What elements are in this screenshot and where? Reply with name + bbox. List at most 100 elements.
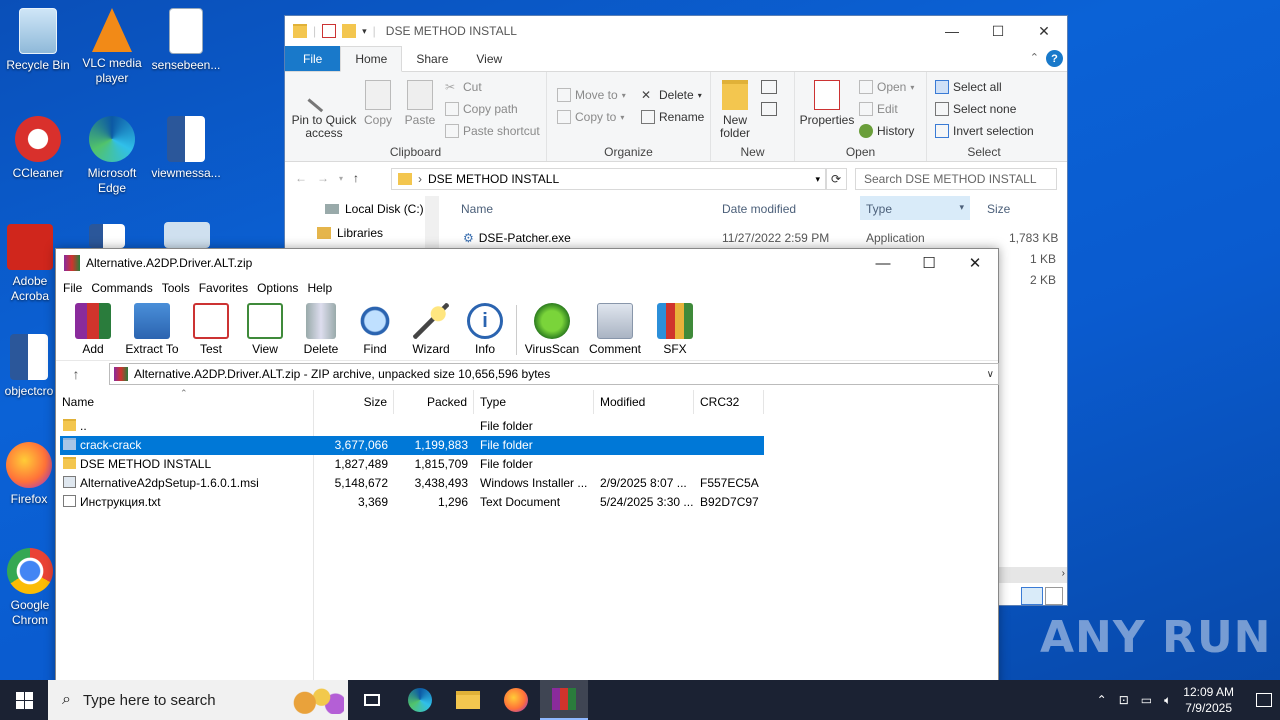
maximize-button[interactable]: ☐ — [975, 16, 1021, 46]
toolbar-wizard-button[interactable]: Wizard — [404, 303, 458, 356]
toolbar-add-button[interactable]: Add — [66, 303, 120, 356]
menu-file[interactable]: File — [62, 281, 88, 295]
open-button[interactable]: Open ▾ — [859, 80, 914, 94]
archive-row-crack-crack[interactable]: crack-crack 3,677,066 1,199,883 File fol… — [60, 436, 764, 455]
column-modified[interactable]: Modified — [594, 390, 694, 414]
desktop-icon-sensebeen[interactable]: sensebeen... — [148, 8, 224, 73]
menu-help[interactable]: Help — [306, 281, 338, 295]
show-hidden-icons-icon[interactable]: ⌃ — [1097, 693, 1107, 707]
toolbar-info-button[interactable]: i Info — [460, 303, 510, 356]
cut-button[interactable]: ✂ Cut — [445, 80, 482, 94]
taskbar-winrar[interactable] — [540, 680, 588, 720]
address-bar[interactable]: › DSE METHOD INSTALL ▾ — [391, 168, 827, 190]
volume-icon[interactable]: 🔈︎ — [1164, 693, 1171, 708]
large-icons-view-icon[interactable] — [1045, 587, 1063, 605]
properties-icon[interactable] — [322, 24, 337, 38]
winrar-window[interactable]: Alternative.A2DP.Driver.ALT.zip — ☐ ✕ Fi… — [55, 248, 999, 688]
select-all-button[interactable]: Select all — [935, 80, 1002, 94]
toolbar-virusscan-button[interactable]: VirusScan — [522, 303, 582, 356]
column-size[interactable]: Size — [987, 202, 1010, 216]
menu-commands[interactable]: Commands — [90, 281, 158, 295]
nav-local-disk[interactable]: Local Disk (C:) — [325, 202, 424, 216]
column-name[interactable]: Name — [461, 202, 493, 216]
taskbar-search-box[interactable]: ⌕ Type here to search — [48, 680, 348, 720]
copy-button[interactable]: Copy — [361, 80, 395, 127]
archive-row-msi[interactable]: AlternativeA2dpSetup-1.6.0.1.msi 5,148,6… — [60, 474, 764, 493]
toolbar-find-button[interactable]: Find — [350, 303, 400, 356]
toolbar-test-button[interactable]: Test — [186, 303, 236, 356]
up-button[interactable]: ↑ — [353, 171, 359, 185]
desktop-icon-ccleaner[interactable]: CCleaner — [0, 116, 76, 181]
move-to-button[interactable]: Move to ▾ — [557, 88, 626, 102]
minimize-button[interactable]: — — [929, 16, 975, 46]
recent-locations-icon[interactable]: ▾ — [339, 174, 343, 183]
edit-button[interactable]: Edit — [859, 102, 898, 116]
tab-share[interactable]: Share — [402, 46, 462, 71]
toolbar-comment-button[interactable]: Comment — [584, 303, 646, 356]
help-icon[interactable]: ? — [1046, 50, 1063, 67]
column-crc32[interactable]: CRC32 — [694, 390, 764, 414]
collapse-ribbon-icon[interactable]: ⌃ — [1030, 51, 1039, 64]
invert-selection-button[interactable]: Invert selection — [935, 124, 1034, 138]
copy-to-button[interactable]: Copy to ▾ — [557, 110, 624, 124]
start-button[interactable] — [0, 680, 48, 720]
tab-view[interactable]: View — [462, 46, 516, 71]
tab-file[interactable]: File — [285, 46, 341, 71]
task-view-button[interactable] — [348, 680, 396, 720]
tab-home[interactable]: Home — [340, 46, 403, 72]
forward-button[interactable]: → — [317, 171, 329, 185]
file-row-dse-patcher[interactable]: ⚙ DSE-Patcher.exe — [463, 231, 571, 245]
horizontal-scrollbar[interactable]: › — [999, 567, 1067, 583]
minimize-button[interactable]: — — [860, 249, 906, 277]
desktop-icon-firefox[interactable]: Firefox — [0, 442, 58, 507]
refresh-button[interactable]: ⟳ — [825, 168, 847, 190]
desktop-icon-adobe[interactable]: Adobe Acroba — [0, 224, 60, 304]
archive-row-dse-method-install[interactable]: DSE METHOD INSTALL 1,827,489 1,815,709 F… — [60, 455, 764, 474]
search-input[interactable]: Search DSE METHOD INSTALL — [855, 168, 1057, 190]
column-type[interactable]: Type — [474, 390, 594, 414]
column-packed[interactable]: Packed — [394, 390, 474, 414]
menu-options[interactable]: Options — [256, 281, 304, 295]
rename-button[interactable]: Rename — [641, 110, 704, 124]
desktop-icon-edge[interactable]: Microsoft Edge — [74, 116, 150, 196]
address-dropdown-icon[interactable]: ▾ — [815, 174, 820, 185]
taskbar-firefox[interactable] — [492, 680, 540, 720]
customize-qat-icon[interactable]: ▾ — [362, 26, 367, 37]
ethernet-icon[interactable]: ▭ — [1141, 693, 1152, 707]
menu-tools[interactable]: Tools — [161, 281, 196, 295]
column-type[interactable]: Type ▾ — [860, 196, 970, 220]
network-icon[interactable]: ⊡ — [1119, 693, 1129, 707]
copy-path-button[interactable]: Copy path — [445, 102, 518, 116]
maximize-button[interactable]: ☐ — [906, 249, 952, 277]
history-button[interactable]: History — [859, 124, 914, 138]
column-date-modified[interactable]: Date modified — [722, 202, 796, 216]
desktop-icon-chrome[interactable]: Google Chrom — [0, 548, 60, 628]
desktop-icon-vlc[interactable]: VLC media player — [74, 8, 150, 86]
toolbar-sfx-button[interactable]: SFX — [650, 303, 700, 356]
new-folder-icon[interactable] — [342, 24, 357, 38]
pin-quick-access-button[interactable]: Pin to Quick access — [289, 77, 359, 140]
delete-button[interactable]: ✕ Delete ▾ — [641, 88, 702, 102]
back-button[interactable]: ← — [295, 171, 307, 185]
close-button[interactable]: ✕ — [1021, 16, 1067, 46]
toolbar-view-button[interactable]: View — [240, 303, 290, 356]
up-one-level-icon[interactable]: ↑ — [56, 366, 96, 382]
nav-libraries[interactable]: Libraries — [317, 226, 383, 240]
column-name[interactable]: Name ⌃ — [56, 388, 314, 414]
easy-access-icon[interactable] — [761, 102, 777, 116]
paste-shortcut-button[interactable]: Paste shortcut — [445, 124, 540, 138]
details-view-icon[interactable] — [1021, 587, 1043, 605]
column-size[interactable]: Size — [314, 390, 394, 414]
clock[interactable]: 12:09 AM 7/9/2025 — [1183, 684, 1234, 716]
archive-path-field[interactable]: Alternative.A2DP.Driver.ALT.zip - ZIP ar… — [109, 363, 999, 385]
desktop-icon-recycle-bin[interactable]: Recycle Bin — [0, 8, 76, 73]
select-none-button[interactable]: Select none — [935, 102, 1016, 116]
notifications-icon[interactable] — [1256, 693, 1272, 707]
toolbar-extract-to-button[interactable]: Extract To — [120, 303, 184, 356]
close-button[interactable]: ✕ — [952, 249, 998, 277]
paste-button[interactable]: Paste — [401, 80, 439, 127]
path-dropdown-icon[interactable]: ∨ — [987, 369, 994, 380]
menu-favorites[interactable]: Favorites — [198, 281, 254, 295]
new-item-icon[interactable] — [761, 80, 777, 94]
taskbar-file-explorer[interactable] — [444, 680, 492, 720]
